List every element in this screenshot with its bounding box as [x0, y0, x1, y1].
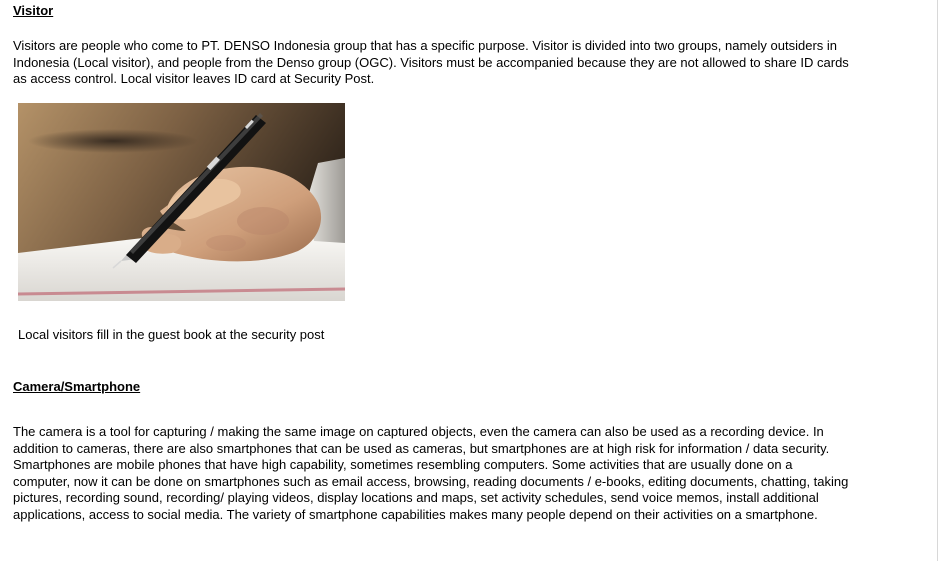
page-right-border: [937, 0, 938, 561]
pen-writing-image: [18, 103, 345, 301]
camera-smartphone-heading: Camera/Smartphone: [13, 379, 141, 394]
visitor-heading: Visitor: [13, 3, 54, 18]
pen-writing-photo: [18, 103, 345, 301]
camera-smartphone-paragraph: The camera is a tool for capturing / mak…: [13, 424, 849, 522]
document-page: Visitor Visitors are people who come to …: [0, 0, 941, 561]
visitor-paragraph: Visitors are people who come to PT. DENS…: [13, 38, 849, 87]
photo-caption: Local visitors fill in the guest book at…: [18, 327, 325, 342]
